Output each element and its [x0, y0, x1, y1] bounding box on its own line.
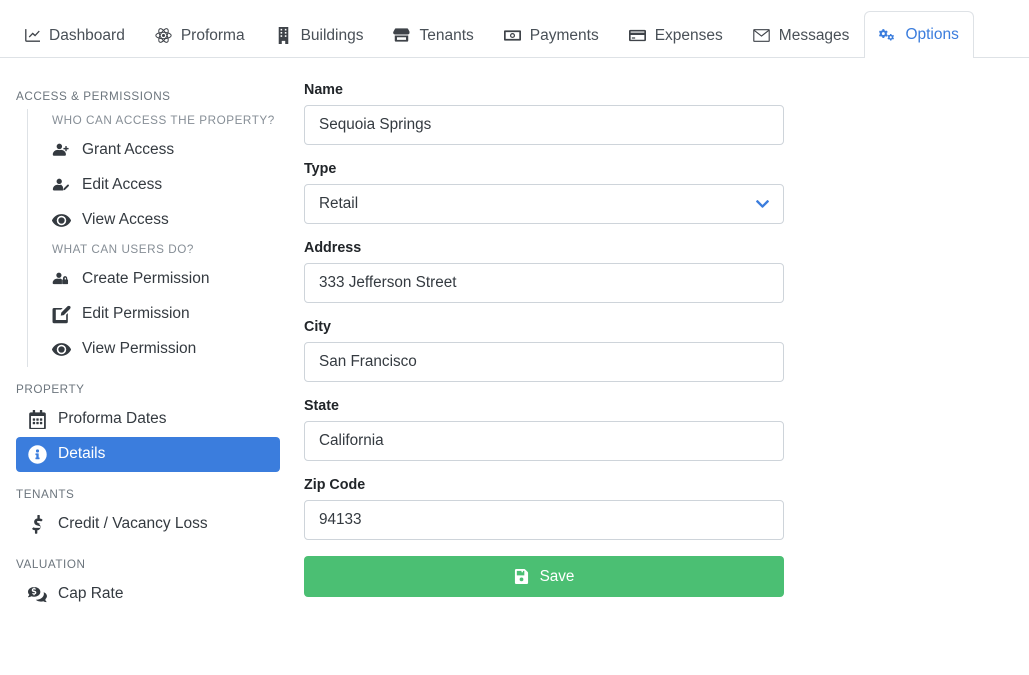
tab-label: Payments [529, 26, 599, 44]
credit-card-icon [628, 27, 646, 44]
input-value: California [319, 432, 384, 449]
tab-buildings[interactable]: Buildings [260, 12, 379, 58]
sidebar-item-label: Edit Access [82, 176, 163, 194]
state-input[interactable]: California [304, 421, 784, 461]
sidebar-item-label: Edit Permission [82, 305, 190, 323]
sidebar-item-create-permission[interactable]: Create Permission [40, 262, 280, 297]
sidebar-subheader-who-can-access: WHO CAN ACCESS THE PROPERTY? [52, 114, 275, 127]
main-tab-bar: Dashboard Proforma Buildings Tenants Pay… [0, 0, 1029, 58]
eye-icon [52, 211, 71, 230]
input-value: 333 Jefferson Street [319, 274, 457, 291]
field-name: Name Sequoia Springs [304, 82, 784, 145]
tab-label: Expenses [654, 26, 723, 44]
sidebar-item-label: Details [58, 445, 106, 463]
tab-expenses[interactable]: Expenses [614, 12, 738, 58]
city-input[interactable]: San Francisco [304, 342, 784, 382]
input-value: Sequoia Springs [319, 116, 432, 133]
cogs-icon [879, 27, 896, 44]
sidebar-section-header-property: PROPERTY [16, 383, 85, 396]
name-input[interactable]: Sequoia Springs [304, 105, 784, 145]
user-lock-icon [52, 270, 71, 289]
tab-label: Dashboard [49, 26, 125, 44]
sidebar-item-cap-rate[interactable]: Cap Rate [16, 577, 280, 612]
eye-icon [52, 340, 71, 359]
tab-label: Tenants [419, 26, 474, 44]
sidebar-item-grant-access[interactable]: Grant Access [40, 133, 280, 168]
chart-line-icon [23, 27, 40, 44]
address-input[interactable]: 333 Jefferson Street [304, 263, 784, 303]
sidebar-item-label: View Permission [82, 340, 197, 358]
money-bill-icon [503, 27, 521, 44]
sidebar-item-proforma-dates[interactable]: Proforma Dates [16, 402, 280, 437]
field-label-state: State [304, 398, 339, 414]
tab-messages[interactable]: Messages [738, 12, 865, 58]
field-label-name: Name [304, 82, 343, 98]
zip-code-input[interactable]: 94133 [304, 500, 784, 540]
sidebar-item-credit-vacancy-loss[interactable]: Credit / Vacancy Loss [16, 507, 280, 542]
options-sidebar: ACCESS & PERMISSIONS WHO CAN ACCESS THE … [0, 58, 296, 612]
sidebar-group-what-can-users-do: WHAT CAN USERS DO? Create Permission Edi… [27, 238, 280, 367]
sidebar-section-header-valuation: VALUATION [16, 558, 86, 571]
tab-label: Options [905, 26, 959, 43]
sidebar-item-edit-permission[interactable]: Edit Permission [40, 297, 280, 332]
save-button-label: Save [539, 567, 575, 585]
tab-options[interactable]: Options [864, 11, 974, 58]
field-address: Address 333 Jefferson Street [304, 240, 784, 303]
sidebar-item-label: Grant Access [82, 141, 175, 159]
sidebar-item-label: Cap Rate [58, 585, 124, 603]
field-city: City San Francisco [304, 319, 784, 382]
tab-dashboard[interactable]: Dashboard [8, 12, 140, 58]
store-icon [393, 27, 411, 44]
calendar-icon [28, 410, 47, 429]
sidebar-item-view-access[interactable]: View Access [40, 203, 280, 238]
envelope-icon [753, 27, 770, 44]
input-value: San Francisco [319, 353, 417, 370]
field-label-type: Type [304, 161, 337, 177]
input-value: 94133 [319, 511, 362, 528]
tab-proforma[interactable]: Proforma [140, 12, 260, 58]
comment-dollar-icon [28, 585, 47, 604]
save-floppy-icon [514, 569, 529, 584]
info-circle-icon [28, 445, 47, 464]
tab-payments[interactable]: Payments [489, 12, 614, 58]
sidebar-item-label: View Access [82, 211, 169, 229]
field-label-city: City [304, 319, 332, 335]
field-label-zip-code: Zip Code [304, 477, 366, 493]
tab-label: Messages [778, 26, 850, 44]
sidebar-section-header-access: ACCESS & PERMISSIONS [16, 90, 171, 103]
chevron-down-icon [755, 197, 770, 212]
page-layout: ACCESS & PERMISSIONS WHO CAN ACCESS THE … [0, 58, 1029, 612]
user-edit-icon [52, 176, 71, 195]
atom-icon [155, 27, 172, 44]
sidebar-item-details[interactable]: Details [16, 437, 280, 472]
property-details-form: Name Sequoia Springs Type Retail Address… [296, 58, 784, 597]
sidebar-item-label: Create Permission [82, 270, 210, 288]
dollar-sign-icon [28, 515, 47, 534]
field-type: Type Retail [304, 161, 784, 224]
sidebar-item-edit-access[interactable]: Edit Access [40, 168, 280, 203]
sidebar-item-view-permission[interactable]: View Permission [40, 332, 280, 367]
field-label-address: Address [304, 240, 362, 256]
tab-tenants[interactable]: Tenants [378, 12, 488, 58]
save-button[interactable]: Save [304, 556, 784, 597]
tab-label: Proforma [180, 26, 245, 44]
type-select[interactable]: Retail [304, 184, 784, 224]
building-icon [275, 27, 292, 44]
tab-label: Buildings [300, 26, 364, 44]
field-zip-code: Zip Code 94133 [304, 477, 784, 540]
select-value: Retail [319, 195, 359, 212]
sidebar-group-who-can-access: WHO CAN ACCESS THE PROPERTY? Grant Acces… [27, 109, 280, 238]
sidebar-section-header-tenants: TENANTS [16, 488, 75, 501]
sidebar-item-label: Credit / Vacancy Loss [58, 515, 208, 533]
pen-square-icon [52, 305, 71, 324]
field-state: State California [304, 398, 784, 461]
sidebar-subheader-what-can-users-do: WHAT CAN USERS DO? [52, 243, 194, 256]
sidebar-item-label: Proforma Dates [58, 410, 167, 428]
user-plus-icon [52, 141, 71, 160]
